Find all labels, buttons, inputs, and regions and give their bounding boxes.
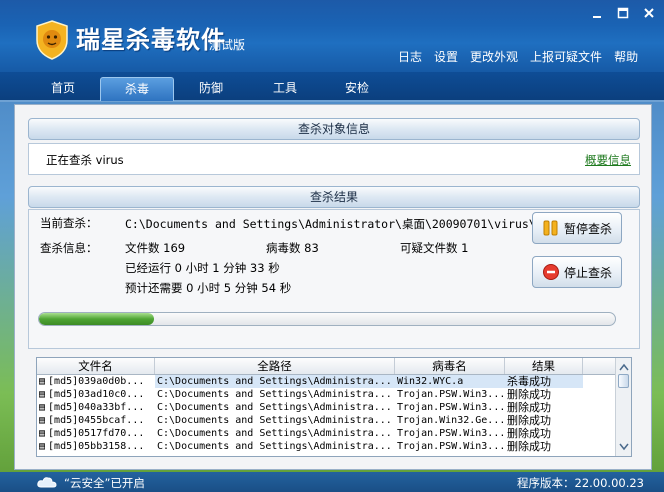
- scan-info-label: 查杀信息：: [40, 241, 98, 255]
- stop-scan-label: 停止查杀: [563, 265, 612, 280]
- cell-result: 删除成功: [507, 414, 551, 427]
- file-icon: ▤: [39, 376, 46, 387]
- table-scrollbar[interactable]: [615, 358, 631, 456]
- menu-report-suspicious[interactable]: 上报可疑文件: [530, 48, 602, 65]
- tab-tools[interactable]: 工具: [248, 77, 322, 101]
- scan-target-header: 查杀对象信息: [28, 118, 640, 140]
- scrollbar-thumb[interactable]: [618, 374, 629, 388]
- scan-results-table: 文件名 全路径 病毒名 结果 ▤ [md5]039a0d0b... C:\Docu…: [36, 357, 632, 457]
- file-icon: ▤: [39, 389, 46, 400]
- pause-scan-button[interactable]: 暂停查杀: [532, 212, 622, 244]
- tab-scan[interactable]: 杀毒: [100, 77, 174, 101]
- table-row[interactable]: ▤ [md5]040a33bf... C:\Documents and Setti…: [37, 401, 631, 414]
- current-scan-path: C:\Documents and Settings\Administrator\…: [125, 217, 564, 231]
- top-menu: 日志 设置 更改外观 上报可疑文件 帮助: [398, 48, 638, 65]
- menu-change-skin[interactable]: 更改外观: [470, 48, 518, 65]
- table-row[interactable]: ▤ [md5]0455bcaf... C:\Documents and Setti…: [37, 414, 631, 427]
- table-body: ▤ [md5]039a0d0b... C:\Documents and Setti…: [37, 375, 631, 453]
- cell-path: C:\Documents and Settings\Administra...: [157, 389, 392, 400]
- scroll-up-icon[interactable]: [616, 360, 632, 374]
- suspicious-count: 可疑文件数 1: [400, 241, 469, 255]
- file-icon: ▤: [39, 428, 46, 439]
- scroll-down-icon[interactable]: [616, 440, 632, 454]
- cell-filename: [md5]05bb3158...: [48, 441, 145, 452]
- pause-icon: [543, 220, 558, 236]
- file-icon: ▤: [39, 402, 46, 413]
- cell-virus: Win32.WYC.a: [395, 375, 505, 388]
- cell-result: 删除成功: [507, 427, 551, 440]
- program-version: 程序版本：22.00.00.23: [517, 476, 644, 490]
- current-scan-label: 当前查杀：: [40, 216, 98, 230]
- column-filename[interactable]: 文件名: [37, 358, 155, 374]
- stop-icon: [542, 264, 559, 280]
- table-row[interactable]: ▤ [md5]0517fd70... C:\Documents and Setti…: [37, 427, 631, 440]
- cell-result: 删除成功: [507, 401, 551, 414]
- scan-result-box: 当前查杀： C:\Documents and Settings\Administ…: [28, 209, 640, 349]
- cell-filename: [md5]03ad10c0...: [48, 389, 145, 400]
- cell-filename: [md5]0455bcaf...: [48, 415, 145, 426]
- elapsed-time: 已经运行 0 小时 1 分钟 33 秒: [125, 261, 280, 275]
- cell-result: 杀毒成功: [505, 375, 583, 388]
- scan-status-text: 正在查杀 virus: [46, 153, 124, 167]
- minimize-icon[interactable]: [590, 6, 604, 20]
- cell-path: C:\Documents and Settings\Administra...: [155, 375, 395, 388]
- scan-progress-fill: [39, 313, 155, 325]
- window-controls: [590, 6, 656, 20]
- file-icon: ▤: [39, 441, 46, 452]
- file-count: 文件数 169: [125, 241, 186, 255]
- cell-virus: Trojan.Win32.Ge...: [397, 415, 505, 426]
- cell-filename: [md5]039a0d0b...: [48, 376, 145, 387]
- cell-path: C:\Documents and Settings\Administra...: [157, 428, 392, 439]
- menu-log[interactable]: 日志: [398, 48, 422, 65]
- scan-result-header: 查杀结果: [28, 186, 640, 208]
- cell-path: C:\Documents and Settings\Administra...: [157, 441, 392, 452]
- menu-help[interactable]: 帮助: [614, 48, 638, 65]
- app-title: 瑞星杀毒软件: [76, 26, 226, 54]
- column-virus-name[interactable]: 病毒名: [395, 358, 505, 374]
- menu-settings[interactable]: 设置: [434, 48, 458, 65]
- table-row[interactable]: ▤ [md5]03ad10c0... C:\Documents and Setti…: [37, 388, 631, 401]
- tab-security-check[interactable]: 安检: [320, 77, 394, 101]
- cloud-security-status: “云安全”已开启: [64, 476, 145, 490]
- main-nav: 首页 杀毒 防御 工具 安检: [0, 72, 664, 102]
- app-subtitle: 测试版: [209, 38, 246, 52]
- table-row[interactable]: ▤ [md5]05bb3158... C:\Documents and Setti…: [37, 440, 631, 453]
- table-row[interactable]: ▤ [md5]039a0d0b... C:\Documents and Setti…: [37, 375, 631, 388]
- status-bar: “云安全”已开启 程序版本：22.00.00.23: [0, 472, 664, 492]
- maximize-icon[interactable]: [616, 6, 630, 20]
- column-result[interactable]: 结果: [505, 358, 583, 374]
- cell-virus: Trojan.PSW.Win3...: [397, 402, 505, 413]
- lion-logo-icon: [36, 20, 68, 60]
- cell-path: C:\Documents and Settings\Administra...: [157, 415, 392, 426]
- cell-virus: Trojan.PSW.Win3...: [397, 428, 505, 439]
- cell-virus: Trojan.PSW.Win3...: [397, 441, 505, 452]
- pause-scan-label: 暂停查杀: [563, 221, 612, 236]
- cell-result: 删除成功: [507, 440, 551, 453]
- table-header: 文件名 全路径 病毒名 结果: [37, 358, 631, 375]
- stop-scan-button[interactable]: 停止查杀: [532, 256, 622, 288]
- tab-defense[interactable]: 防御: [174, 77, 248, 101]
- cloud-icon: [37, 477, 57, 488]
- cell-result: 删除成功: [507, 388, 551, 401]
- virus-count: 病毒数 83: [266, 241, 319, 255]
- cell-filename: [md5]040a33bf...: [48, 402, 145, 413]
- summary-info-link[interactable]: 概要信息: [585, 152, 631, 168]
- cell-path: C:\Documents and Settings\Administra...: [157, 402, 392, 413]
- scan-progress-bar: [38, 312, 616, 326]
- scan-target-box: 正在查杀 virus 概要信息: [28, 143, 640, 175]
- cell-virus: Trojan.PSW.Win3...: [397, 389, 505, 400]
- column-full-path[interactable]: 全路径: [155, 358, 395, 374]
- close-icon[interactable]: [642, 6, 656, 20]
- tab-home[interactable]: 首页: [26, 77, 100, 101]
- title-bar: 瑞星杀毒软件 测试版 日志 设置 更改外观 上报可疑文件 帮助: [0, 0, 664, 72]
- file-icon: ▤: [39, 415, 46, 426]
- cell-filename: [md5]0517fd70...: [48, 428, 145, 439]
- remaining-time: 预计还需要 0 小时 5 分钟 54 秒: [125, 281, 292, 295]
